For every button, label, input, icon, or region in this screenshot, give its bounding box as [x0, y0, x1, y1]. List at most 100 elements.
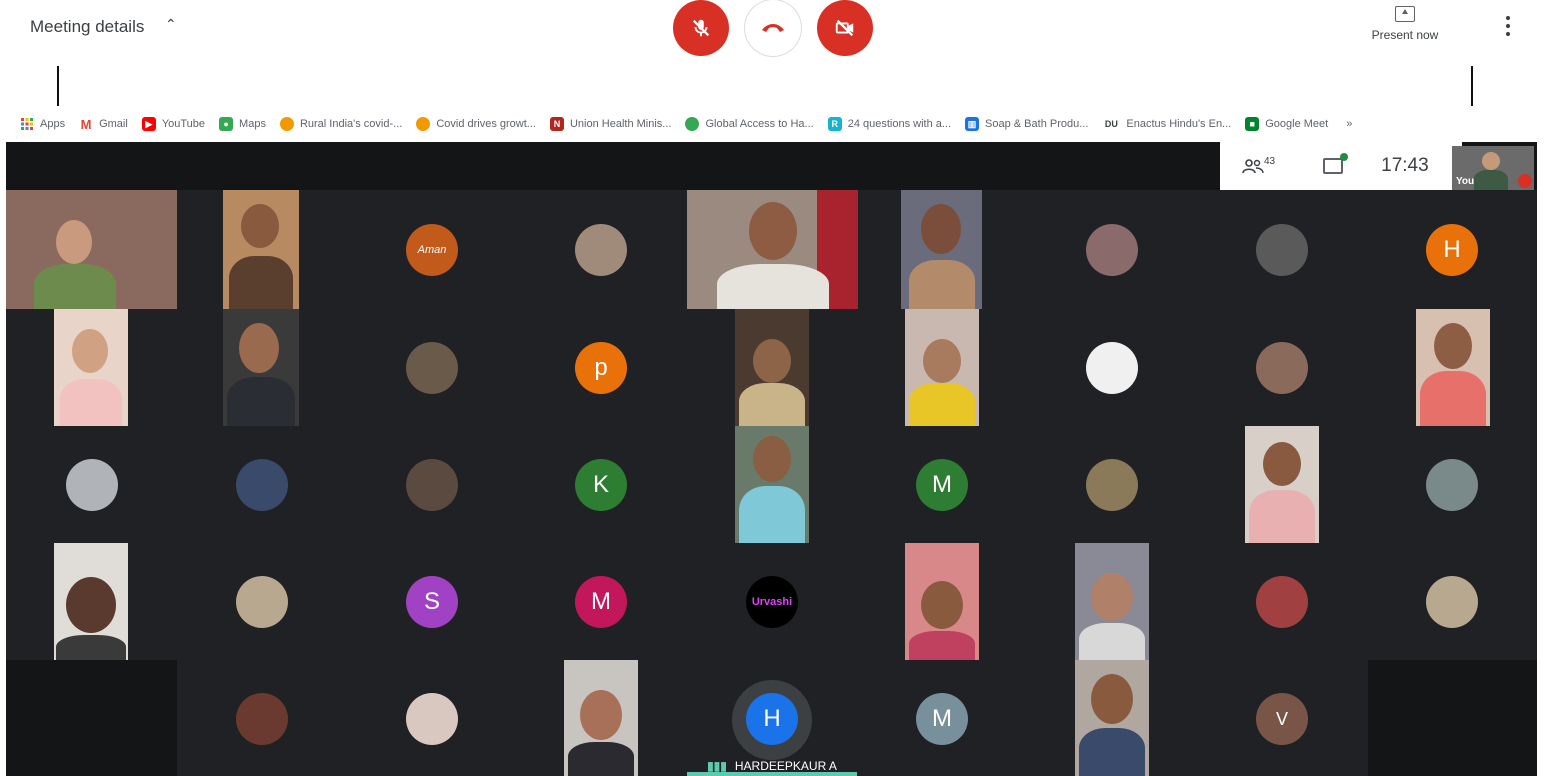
participant-video[interactable] — [564, 660, 638, 776]
participant-video[interactable] — [1075, 660, 1149, 776]
avatar-initial: K — [592, 471, 609, 498]
bookmark-label: Global Access to Ha... — [705, 118, 814, 130]
participants-button[interactable]: 43 — [1242, 156, 1275, 175]
google-meet-icon: ■ — [1245, 117, 1260, 131]
bookmark-gmail[interactable]: M Gmail — [79, 117, 128, 132]
site-icon — [416, 117, 431, 131]
participant-avatar[interactable]: p — [575, 342, 627, 394]
participant-video[interactable] — [1245, 426, 1319, 543]
avatar-initial: H — [763, 705, 781, 732]
avatar-initial: M — [932, 705, 952, 732]
bookmark-label: Covid drives growt... — [436, 118, 536, 130]
participant-avatar[interactable]: K — [575, 459, 627, 511]
camera-off-icon — [835, 19, 854, 37]
participant-video[interactable] — [54, 543, 128, 660]
participant-avatar[interactable] — [1086, 224, 1138, 276]
participant-avatar[interactable]: H — [746, 693, 798, 745]
audio-level-icon: ▮▮▮ — [707, 759, 727, 773]
muted-mic-icon — [1518, 174, 1532, 188]
participant-avatar[interactable] — [1086, 342, 1138, 394]
bookmarks-overflow-button[interactable]: » — [1346, 118, 1352, 130]
bookmark-label: Rural India's covid-... — [299, 118, 403, 130]
bookmark-enactus[interactable]: DU Enactus Hindu's En... — [1102, 117, 1231, 131]
bookmark-label: Enactus Hindu's En... — [1126, 118, 1232, 130]
participant-video[interactable] — [905, 543, 979, 660]
participant-avatar[interactable] — [406, 693, 458, 745]
participant-avatar[interactable]: V — [1256, 693, 1308, 745]
chat-icon[interactable] — [1323, 153, 1349, 174]
participant-avatar[interactable] — [1256, 576, 1308, 628]
participant-video[interactable] — [735, 426, 809, 543]
participant-avatar[interactable]: Aman — [406, 224, 458, 276]
meeting-clock: 17:43 — [1381, 155, 1429, 176]
participant-grid: 43 17:43 You Aman H p K M S M Urvashi H … — [6, 142, 1537, 776]
participant-avatar[interactable] — [1426, 576, 1478, 628]
bookmark-label: Apps — [40, 118, 66, 130]
participant-avatar[interactable] — [236, 459, 288, 511]
participant-video[interactable] — [6, 190, 177, 309]
bookmark-label: Google Meet — [1265, 118, 1329, 130]
avatar-initial: S — [423, 588, 440, 615]
participant-avatar[interactable]: S — [406, 576, 458, 628]
participant-avatar[interactable]: M — [575, 576, 627, 628]
avatar-initial: H — [1443, 236, 1461, 263]
participant-avatar[interactable] — [66, 459, 118, 511]
participant-video[interactable] — [1075, 543, 1149, 660]
participant-avatar[interactable] — [1256, 342, 1308, 394]
bookmark-soap-bath[interactable]: ▥ Soap & Bath Produ... — [965, 117, 1088, 131]
bookmark-covid-drives[interactable]: Covid drives growt... — [416, 117, 536, 131]
participant-video[interactable] — [1416, 309, 1490, 426]
participant-video[interactable] — [901, 190, 982, 309]
leave-call-button[interactable] — [745, 0, 801, 56]
du-icon: DU — [1104, 119, 1118, 129]
participant-avatar[interactable] — [406, 459, 458, 511]
participant-video[interactable] — [223, 190, 299, 309]
meeting-details-button[interactable]: Meeting details — [30, 17, 144, 37]
bookmark-apps[interactable]: Apps — [20, 117, 65, 131]
participant-avatar[interactable] — [236, 693, 288, 745]
youtube-icon: ▶ — [141, 117, 156, 131]
meeting-info-panel: 43 17:43 — [1220, 142, 1462, 190]
bookmark-google-meet[interactable]: ■ Google Meet — [1245, 117, 1328, 131]
participant-video[interactable] — [54, 309, 128, 426]
participant-video[interactable] — [905, 309, 979, 426]
participant-avatar[interactable] — [406, 342, 458, 394]
bookmark-union-health[interactable]: N Union Health Minis... — [549, 117, 672, 131]
participant-count: 43 — [1264, 156, 1276, 168]
bookmark-label: Union Health Minis... — [569, 118, 672, 130]
hang-up-icon — [762, 24, 784, 32]
participant-avatar[interactable]: Urvashi — [746, 576, 798, 628]
participant-video[interactable] — [223, 309, 299, 426]
site-icon — [685, 117, 700, 131]
participant-avatar[interactable] — [1086, 459, 1138, 511]
divider-line-left — [57, 66, 59, 106]
more-options-icon[interactable] — [1503, 16, 1513, 40]
bookmark-rural-india[interactable]: Rural India's covid-... — [279, 117, 403, 131]
participant-avatar[interactable] — [1256, 224, 1308, 276]
bookmark-label: 24 questions with a... — [847, 118, 952, 130]
bookmark-24-questions[interactable]: R 24 questions with a... — [827, 117, 952, 131]
present-now-button[interactable]: Present now — [1362, 6, 1448, 42]
divider-line-right — [1471, 66, 1473, 106]
participant-avatar[interactable]: M — [916, 693, 968, 745]
camera-off-button[interactable] — [817, 0, 873, 56]
present-now-label: Present now — [1371, 28, 1439, 42]
avatar-label: Aman — [417, 244, 447, 256]
participant-avatar[interactable]: H — [1426, 224, 1478, 276]
participant-avatar[interactable] — [575, 224, 627, 276]
active-speaker-indicator — [687, 772, 857, 776]
microphone-off-icon — [692, 19, 710, 37]
participant-avatar[interactable] — [236, 576, 288, 628]
participant-avatar[interactable] — [1426, 459, 1478, 511]
bookmark-maps[interactable]: ● Maps — [219, 117, 266, 131]
bookmark-global-access[interactable]: Global Access to Ha... — [685, 117, 814, 131]
bookmark-label: Gmail — [99, 118, 128, 130]
participant-video[interactable] — [687, 190, 858, 309]
microphone-off-button[interactable] — [673, 0, 729, 56]
self-view-label: You — [1456, 176, 1475, 187]
self-view-tile[interactable]: You — [1452, 146, 1534, 190]
chevron-up-icon[interactable]: ⌃ — [165, 16, 177, 33]
bookmark-youtube[interactable]: ▶ YouTube — [141, 117, 205, 131]
participant-avatar[interactable]: M — [916, 459, 968, 511]
participant-video[interactable] — [735, 309, 809, 426]
